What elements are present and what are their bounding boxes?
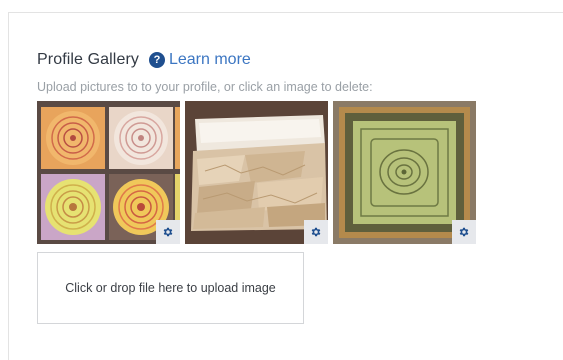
gear-icon <box>459 227 469 237</box>
gallery-instructions: Upload pictures to to your profile, or c… <box>37 80 373 94</box>
learn-more-link[interactable]: Learn more <box>169 51 251 69</box>
profile-image-1[interactable] <box>37 101 180 244</box>
image-3-settings-button[interactable] <box>452 220 476 244</box>
page-title: Profile Gallery <box>37 51 139 68</box>
gear-icon <box>163 227 173 237</box>
upload-dropzone[interactable]: Click or drop file here to upload image <box>37 252 304 324</box>
profile-image-2[interactable] <box>185 101 328 244</box>
image-gallery <box>37 101 476 244</box>
profile-image-3[interactable] <box>333 101 476 244</box>
page: Profile Gallery ? Learn more Upload pict… <box>0 0 563 360</box>
image-2-settings-button[interactable] <box>304 220 328 244</box>
image-1-settings-button[interactable] <box>156 220 180 244</box>
gear-icon <box>311 227 321 237</box>
help-icon[interactable]: ? <box>148 52 165 68</box>
gallery-header: Profile Gallery ? Learn more <box>37 49 251 71</box>
